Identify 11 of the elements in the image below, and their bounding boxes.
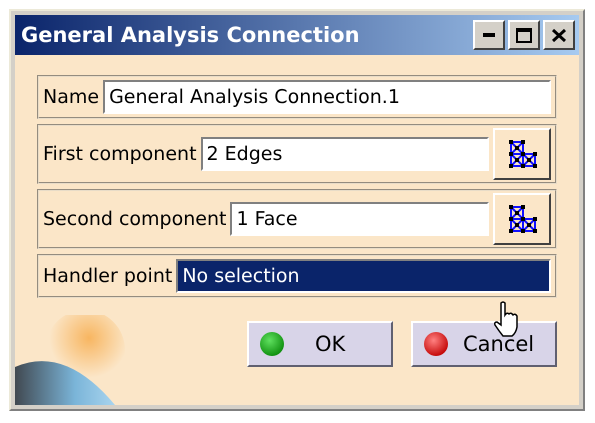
input-field[interactable]: No selection: [176, 259, 551, 293]
input-field[interactable]: General Analysis Connection.1: [103, 80, 551, 114]
input-field[interactable]: 2 Edges: [200, 137, 489, 171]
input-field[interactable]: 1 Face: [230, 202, 489, 236]
ok-button[interactable]: OK: [247, 321, 393, 367]
cancel-button[interactable]: Cancel: [411, 321, 557, 367]
field-label: Second component: [43, 208, 226, 230]
window-title: General Analysis Connection: [21, 23, 361, 47]
field-label: First component: [43, 143, 197, 165]
field-label: Name: [43, 86, 100, 108]
field-label: Handler point: [43, 265, 172, 287]
